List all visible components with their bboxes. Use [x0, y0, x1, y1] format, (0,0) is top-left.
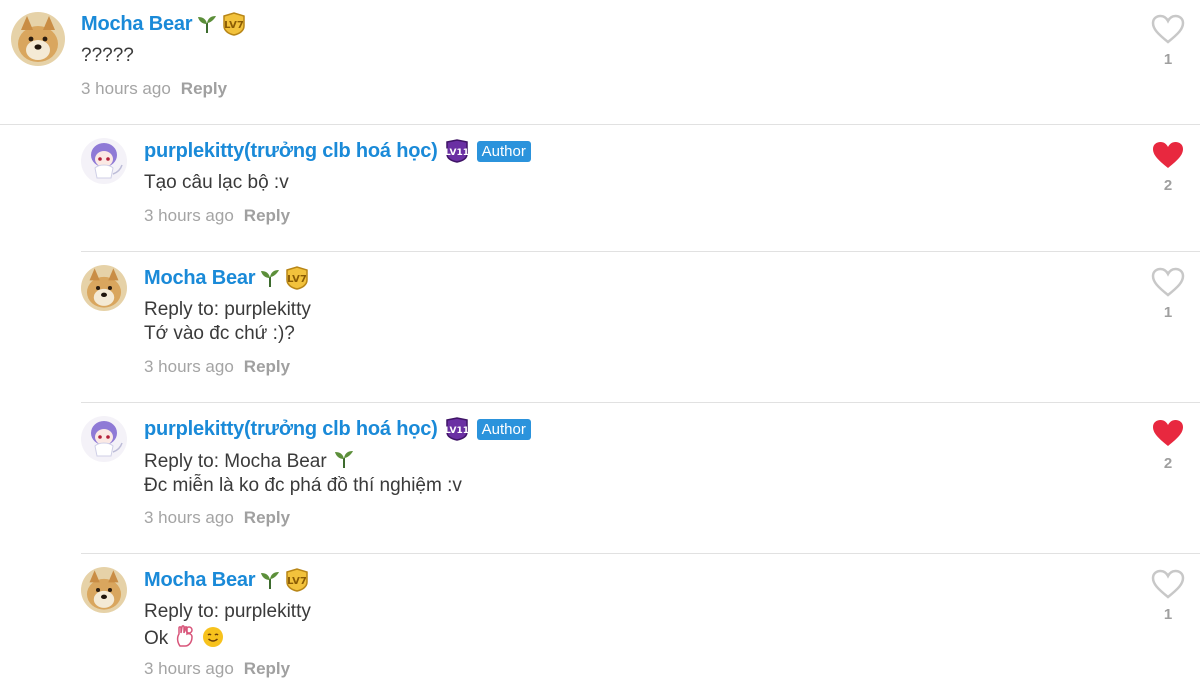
purple-anime-avatar[interactable]: [81, 138, 127, 184]
comment-line: ?????: [81, 45, 134, 66]
username[interactable]: purplekitty(trưởng clb hoá học): [144, 418, 438, 441]
comment-line: Reply to: purplekitty: [144, 601, 311, 622]
comment-reply: purplekitty(trưởng clb hoá học) LV11 Aut…: [0, 403, 1200, 553]
like-button[interactable]: 1: [1150, 13, 1186, 68]
svg-text:LV11: LV11: [445, 148, 469, 158]
timestamp: 3 hours ago: [144, 508, 234, 527]
comment-meta: 3 hours ago Reply: [144, 659, 290, 679]
heart-icon: [1151, 569, 1185, 599]
comment-line: Đc miễn là ko đc phá đồ thí nghiệm :v: [144, 475, 462, 496]
level-badge-icon: LV11: [443, 139, 471, 163]
comment-reply: Mocha Bear LV7 Reply to: purplekitty Ok …: [0, 554, 1200, 699]
sprout-icon: [333, 449, 355, 469]
comment-body: Reply to: purplekitty Tớ vào đc chứ :)?: [144, 298, 311, 346]
timestamp: 3 hours ago: [144, 206, 234, 225]
like-button[interactable]: 1: [1150, 266, 1186, 321]
reply-button[interactable]: Reply: [244, 659, 290, 678]
level-badge-icon: LV7: [221, 12, 247, 36]
reply-button[interactable]: Reply: [244, 206, 290, 225]
reply-button[interactable]: Reply: [244, 357, 290, 376]
svg-text:LV7: LV7: [288, 576, 308, 587]
level-badge-icon: LV11: [443, 417, 471, 441]
reply-button[interactable]: Reply: [244, 508, 290, 527]
comment-line-text: Reply to: Mocha Bear: [144, 451, 327, 472]
timestamp: 3 hours ago: [144, 357, 234, 376]
comment-line: Reply to: Mocha Bear: [144, 449, 462, 474]
comment-meta: 3 hours ago Reply: [144, 206, 290, 226]
comment-line: Ok: [144, 624, 311, 655]
comment-line-text: Ok: [144, 628, 169, 649]
like-count: 2: [1163, 455, 1173, 472]
comment-meta: 3 hours ago Reply: [144, 357, 290, 377]
level-badge-icon: LV7: [284, 568, 310, 592]
like-count: 2: [1163, 177, 1173, 194]
comment-line: Tạo câu lạc bộ :v: [144, 172, 289, 193]
comment-meta: 3 hours ago Reply: [81, 79, 227, 99]
comment-body: Reply to: purplekitty Ok: [144, 600, 311, 655]
sprout-icon: [259, 268, 281, 288]
svg-text:LV7: LV7: [225, 20, 245, 31]
sprout-icon: [196, 14, 218, 34]
author-badge: Author: [476, 418, 531, 440]
svg-text:LV7: LV7: [288, 274, 308, 285]
purple-anime-avatar[interactable]: [81, 416, 127, 462]
comment-header: Mocha Bear LV7: [144, 266, 310, 290]
heart-icon: [1151, 267, 1185, 297]
comment-thread: Mocha Bear LV7 ????? 3 hours ago Reply 1: [0, 0, 1200, 699]
doge-avatar[interactable]: [81, 567, 127, 613]
username[interactable]: Mocha Bear: [144, 569, 256, 592]
comment-reply: Mocha Bear LV7 Reply to: purplekitty Tớ …: [0, 252, 1200, 402]
comment-reply: purplekitty(trưởng clb hoá học) LV11 Aut…: [0, 125, 1200, 251]
comment-meta: 3 hours ago Reply: [144, 508, 290, 528]
comment-body: ?????: [81, 44, 134, 68]
comment-header: Mocha Bear LV7: [144, 568, 310, 592]
like-button[interactable]: 2: [1150, 417, 1186, 472]
like-count: 1: [1163, 304, 1173, 321]
username[interactable]: Mocha Bear: [81, 13, 193, 36]
smiling-face-emoji: [202, 626, 224, 655]
doge-avatar[interactable]: [11, 12, 65, 66]
timestamp: 3 hours ago: [144, 659, 234, 678]
author-badge: Author: [476, 140, 531, 162]
doge-avatar[interactable]: [81, 265, 127, 311]
sprout-icon: [259, 570, 281, 590]
username[interactable]: Mocha Bear: [144, 267, 256, 290]
like-button[interactable]: 1: [1150, 568, 1186, 623]
comment-line: Reply to: purplekitty: [144, 299, 311, 320]
timestamp: 3 hours ago: [81, 79, 171, 98]
comment-header: Mocha Bear LV7: [81, 12, 247, 36]
heart-icon: [1151, 14, 1185, 44]
heart-icon: [1153, 420, 1183, 446]
comment-header: purplekitty(trưởng clb hoá học) LV11 Aut…: [144, 417, 531, 441]
svg-text:LV11: LV11: [445, 426, 469, 436]
level-badge-icon: LV7: [284, 266, 310, 290]
comment-body: Reply to: Mocha Bear Đc miễn là ko đc ph…: [144, 449, 462, 498]
comment-body: Tạo câu lạc bộ :v: [144, 171, 289, 195]
like-count: 1: [1163, 51, 1173, 68]
heart-icon: [1153, 142, 1183, 168]
reply-button[interactable]: Reply: [181, 79, 227, 98]
comment-header: purplekitty(trưởng clb hoá học) LV11 Aut…: [144, 139, 531, 163]
comment: Mocha Bear LV7 ????? 3 hours ago Reply 1: [0, 0, 1200, 124]
like-count: 1: [1163, 606, 1173, 623]
ok-hand-emoji: [174, 624, 196, 655]
username[interactable]: purplekitty(trưởng clb hoá học): [144, 140, 438, 163]
like-button[interactable]: 2: [1150, 139, 1186, 194]
comment-line: Tớ vào đc chứ :)?: [144, 323, 295, 344]
